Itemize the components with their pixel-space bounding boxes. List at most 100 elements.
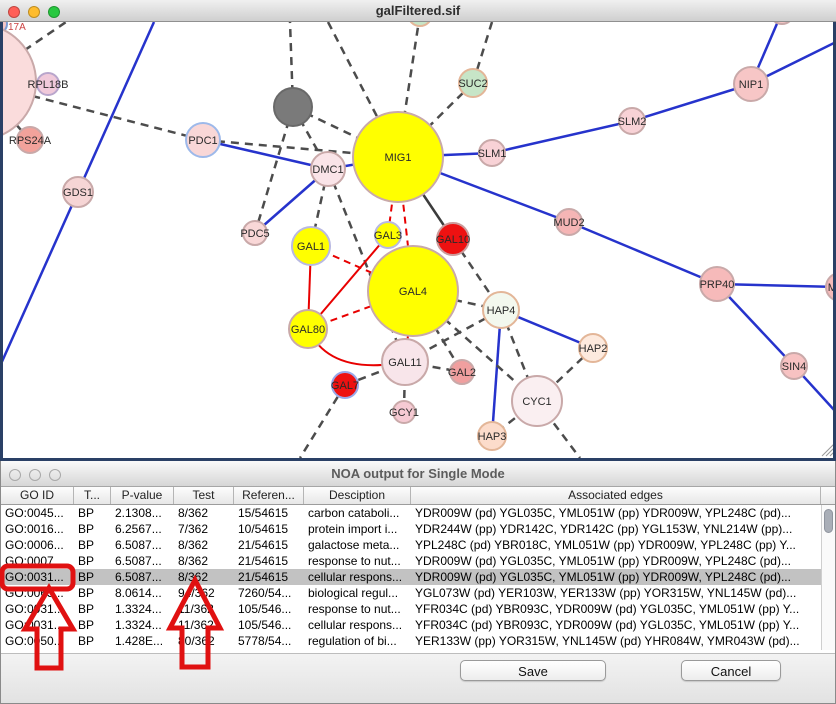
table-cell: BP bbox=[74, 633, 111, 649]
table-cell: 21/54615 bbox=[234, 569, 304, 585]
column-header[interactable]: Desciption bbox=[304, 487, 411, 504]
table-cell: BP bbox=[74, 601, 111, 617]
table-cell: cellular respons... bbox=[304, 617, 411, 633]
node-label: RPS24A bbox=[9, 135, 52, 147]
column-header[interactable]: Referen... bbox=[234, 487, 304, 504]
table-row[interactable]: GO:0031...BP6.5087...8/36221/54615cellul… bbox=[1, 569, 821, 585]
edge-blue[interactable] bbox=[492, 121, 632, 153]
screen: galFiltered.sif RPL18BRPS24AGDS1PDC1PDC5… bbox=[0, 0, 836, 704]
node-label: GAL2 bbox=[448, 367, 476, 379]
table-cell: carbon cataboli... bbox=[304, 505, 411, 521]
table-cell: YDR244W (pp) YDR142C, YDR142C (pp) YGL15… bbox=[411, 521, 821, 537]
node-toppink[interactable] bbox=[770, 22, 794, 24]
table-cell: 94/362 bbox=[174, 585, 234, 601]
node-label: GDS1 bbox=[63, 187, 93, 199]
table-row[interactable]: GO:0006...BP6.5087...8/36221/54615galact… bbox=[1, 537, 821, 553]
table-cell: 6.5087... bbox=[111, 537, 174, 553]
table-row[interactable]: GO:0065...BP8.0614...94/3627260/54...bio… bbox=[1, 585, 821, 601]
table-cell: 5778/54... bbox=[234, 633, 304, 649]
node-label: GAL3 bbox=[374, 230, 402, 242]
table-cell: 21/54615 bbox=[234, 553, 304, 569]
table-cell: 6.5087... bbox=[111, 569, 174, 585]
node-label: SLM1 bbox=[478, 148, 507, 160]
network-canvas[interactable]: RPL18BRPS24AGDS1PDC1PDC5DMC1SUC2MIG1SLM1… bbox=[0, 22, 836, 461]
table-cell: 105/546... bbox=[234, 601, 304, 617]
node-label: DMC1 bbox=[312, 164, 343, 176]
node-label: GAL7 bbox=[331, 380, 359, 392]
table-cell: 8/362 bbox=[174, 569, 234, 585]
graph-titlebar[interactable]: galFiltered.sif bbox=[0, 0, 836, 22]
node-label: HAP2 bbox=[579, 343, 608, 355]
table-cell: 11/362 bbox=[174, 617, 234, 633]
node-gray[interactable] bbox=[274, 88, 312, 126]
node-label: SUC2 bbox=[458, 78, 487, 90]
graph-window-title: galFiltered.sif bbox=[0, 3, 836, 18]
table-cell: 7260/54... bbox=[234, 585, 304, 601]
edge-blue[interactable] bbox=[632, 84, 751, 121]
table-cell: GO:0031... bbox=[1, 601, 74, 617]
table-row[interactable]: GO:0016...BP6.2567...7/36210/54615protei… bbox=[1, 521, 821, 537]
table-cell: protein import i... bbox=[304, 521, 411, 537]
table-row[interactable]: GO:0007...BP6.5087...8/36221/54615respon… bbox=[1, 553, 821, 569]
table-row[interactable]: GO:0045...BP2.1308...8/36215/54615carbon… bbox=[1, 505, 821, 521]
node-label: GAL10 bbox=[436, 234, 470, 246]
table-cell: YDR009W (pd) YGL035C, YML051W (pp) YDR00… bbox=[411, 553, 821, 569]
table-row[interactable]: GO:0050...BP1.428E...80/3625778/54...reg… bbox=[1, 633, 821, 649]
noa-window: NOA output for Single Mode GO IDT...P-va… bbox=[0, 461, 836, 704]
table-row[interactable]: GO:0031...BP1.3324...11/362105/546...res… bbox=[1, 601, 821, 617]
network-graph: RPL18BRPS24AGDS1PDC1PDC5DMC1SUC2MIG1SLM1… bbox=[3, 22, 833, 458]
table-cell: BP bbox=[74, 553, 111, 569]
table-cell: BP bbox=[74, 585, 111, 601]
table-cell: GO:0050... bbox=[1, 633, 74, 649]
column-header[interactable]: Test bbox=[174, 487, 234, 504]
save-button[interactable]: Save bbox=[460, 660, 606, 681]
vertical-scrollbar[interactable] bbox=[821, 505, 835, 650]
column-header[interactable]: GO ID bbox=[1, 487, 74, 504]
node-label: GAL4 bbox=[399, 286, 427, 298]
table-cell: 1.3324... bbox=[111, 601, 174, 617]
table-cell: YFR034C (pd) YBR093C, YDR009W (pd) YGL03… bbox=[411, 601, 821, 617]
column-header[interactable]: Associated edges bbox=[411, 487, 821, 504]
scrollbar-thumb[interactable] bbox=[824, 509, 833, 533]
node-label: HAP3 bbox=[478, 431, 507, 443]
resize-grip[interactable] bbox=[830, 452, 833, 456]
table-cell: GO:0031... bbox=[1, 617, 74, 633]
column-header[interactable]: T... bbox=[74, 487, 111, 504]
table-cell: response to nut... bbox=[304, 553, 411, 569]
table-cell: biological regul... bbox=[304, 585, 411, 601]
node-label: PRP40 bbox=[700, 279, 735, 291]
table-cell: BP bbox=[74, 617, 111, 633]
node-label: CYC1 bbox=[522, 396, 551, 408]
column-header[interactable]: P-value bbox=[111, 487, 174, 504]
table-cell: 8/362 bbox=[174, 505, 234, 521]
table-cell: BP bbox=[74, 569, 111, 585]
noa-footer: Save Cancel bbox=[1, 653, 835, 703]
cancel-button[interactable]: Cancel bbox=[681, 660, 781, 681]
noa-window-title: NOA output for Single Mode bbox=[1, 466, 835, 481]
table-cell: 8/362 bbox=[174, 537, 234, 553]
edge-blue[interactable] bbox=[569, 222, 717, 284]
node-label: PDC5 bbox=[240, 228, 269, 240]
table-cell: BP bbox=[74, 521, 111, 537]
node-label: GAL80 bbox=[291, 324, 325, 336]
table-cell: 80/362 bbox=[174, 633, 234, 649]
table-cell: 105/546... bbox=[234, 617, 304, 633]
node-label: HAP4 bbox=[487, 305, 516, 317]
node-topgreen[interactable] bbox=[408, 22, 432, 26]
node-label: SLM2 bbox=[618, 116, 647, 128]
table-cell: 11/362 bbox=[174, 601, 234, 617]
table-cell: 15/54615 bbox=[234, 505, 304, 521]
node-label: MUD2 bbox=[553, 217, 584, 229]
table-cell: 21/54615 bbox=[234, 537, 304, 553]
node-label: GCY1 bbox=[389, 407, 419, 419]
noa-titlebar[interactable]: NOA output for Single Mode bbox=[1, 461, 835, 487]
graph-window: galFiltered.sif RPL18BRPS24AGDS1PDC1PDC5… bbox=[0, 0, 836, 461]
table-row[interactable]: GO:0031...BP1.3324...11/362105/546...cel… bbox=[1, 617, 821, 633]
table-cell: 1.428E... bbox=[111, 633, 174, 649]
table-cell: GO:0016... bbox=[1, 521, 74, 537]
table-cell: 10/54615 bbox=[234, 521, 304, 537]
node-label: GAL1 bbox=[297, 241, 325, 253]
table-cell: YDR009W (pd) YGL035C, YML051W (pp) YDR00… bbox=[411, 569, 821, 585]
table-cell: 6.2567... bbox=[111, 521, 174, 537]
table-cell: 8/362 bbox=[174, 553, 234, 569]
